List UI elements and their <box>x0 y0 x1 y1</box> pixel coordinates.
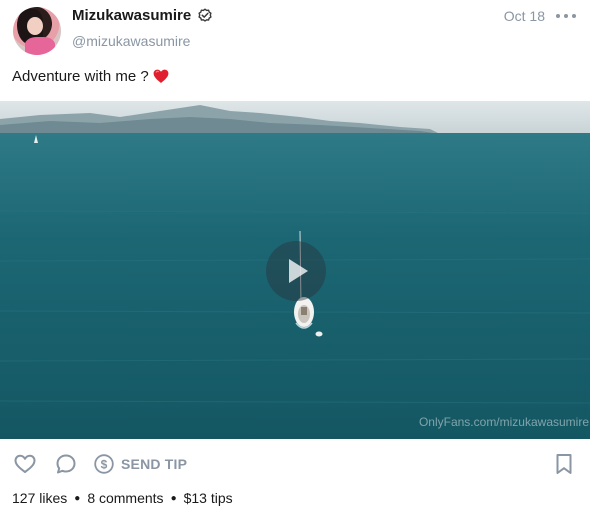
tips-count[interactable]: $13 tips <box>184 490 233 506</box>
caption-text: Adventure with me ? <box>12 68 149 85</box>
like-icon[interactable] <box>13 452 37 476</box>
post-card: Mizukawasumire @mizukawasumire Oct 18 Ad… <box>0 0 590 520</box>
likes-count[interactable]: 127 likes <box>12 490 67 506</box>
comments-count[interactable]: 8 comments <box>87 490 163 506</box>
post-actions-bar: $ SEND TIP <box>0 452 590 478</box>
heart-emoji-icon <box>153 69 169 83</box>
play-icon <box>289 259 308 283</box>
author-name-row: Mizukawasumire <box>72 7 213 24</box>
media-watermark: OnlyFans.com/mizukawasumire <box>418 415 589 429</box>
more-icon[interactable] <box>556 8 576 24</box>
play-button[interactable] <box>266 241 326 301</box>
post-date[interactable]: Oct 18 <box>504 8 545 24</box>
send-tip-label: SEND TIP <box>121 456 188 472</box>
author-display-name[interactable]: Mizukawasumire <box>72 7 191 24</box>
verified-badge-icon <box>198 7 212 22</box>
post-stats: 127 likes ● 8 comments ● $13 tips <box>12 490 233 506</box>
send-tip-button[interactable]: $ SEND TIP <box>94 452 187 476</box>
svg-text:$: $ <box>101 457 108 471</box>
stats-separator: ● <box>74 492 81 504</box>
stats-separator: ● <box>170 492 177 504</box>
bookmark-icon[interactable] <box>553 452 575 476</box>
avatar[interactable] <box>13 7 61 55</box>
author-handle[interactable]: @mizukawasumire <box>72 33 190 49</box>
video-media[interactable]: OnlyFans.com/mizukawasumire <box>0 101 590 439</box>
dollar-icon: $ <box>94 454 114 474</box>
comment-icon[interactable] <box>54 452 78 476</box>
post-caption: Adventure with me ? <box>12 68 169 85</box>
